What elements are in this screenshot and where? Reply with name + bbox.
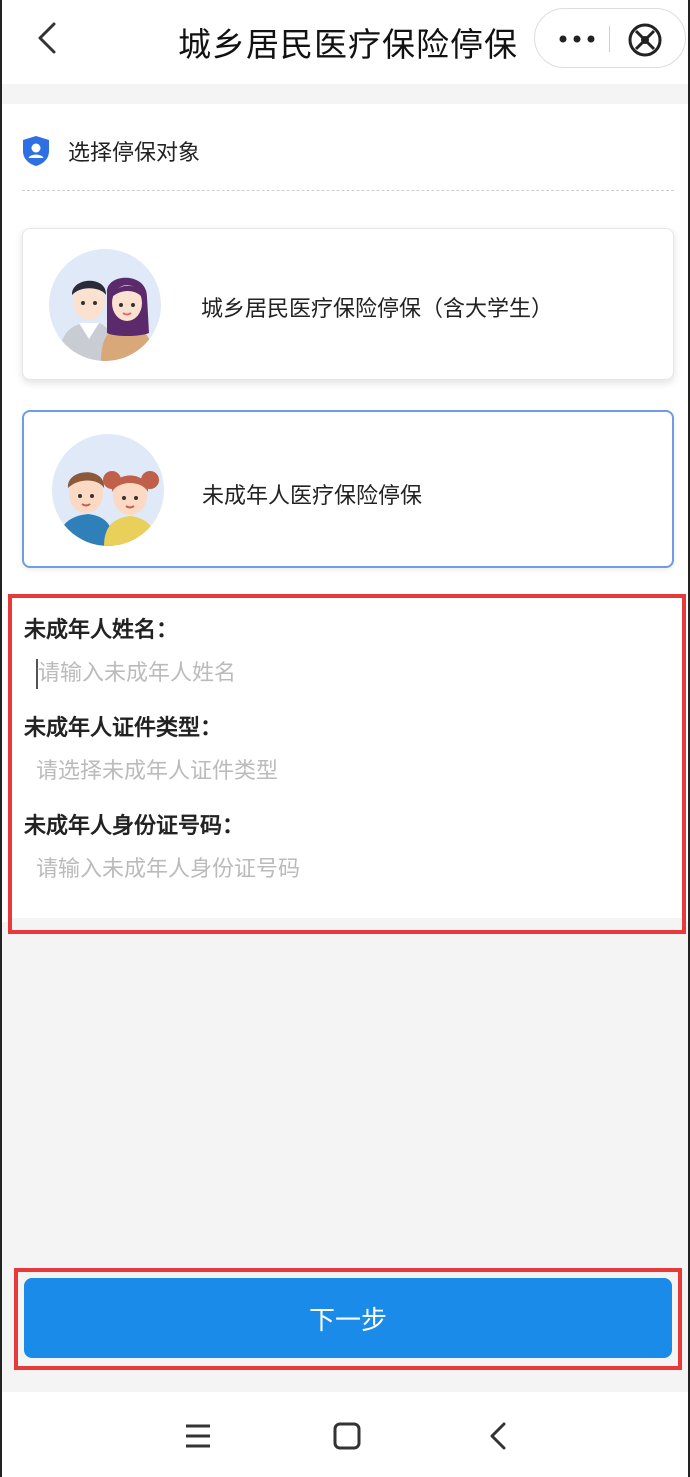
option-label: 城乡居民医疗保险停保（含大学生） <box>201 297 554 322</box>
minor-idtype-label: 未成年人证件类型： <box>24 716 223 741</box>
next-button-highlight: 下一步 <box>14 1268 682 1370</box>
more-dots-icon[interactable] <box>549 19 605 59</box>
mini-program-capsule <box>534 8 686 68</box>
option-adult-insurance[interactable]: 城乡居民医疗保险停保（含大学生） <box>22 228 674 380</box>
close-circle-icon[interactable] <box>625 20 665 60</box>
section-title: 选择停保对象 <box>68 141 201 166</box>
form-bottom-strip <box>12 918 682 930</box>
minor-idnum-input[interactable]: 请输入未成年人身份证号码 <box>36 852 636 888</box>
option-minor-insurance[interactable]: 未成年人医疗保险停保 <box>22 410 674 568</box>
top-header: 城乡居民医疗保险停保 <box>2 0 688 84</box>
page-title: 城乡居民医疗保险停保 <box>178 25 518 64</box>
minor-idnum-placeholder: 请输入未成年人身份证号码 <box>36 857 301 882</box>
minor-idtype-placeholder: 请选择未成年人证件类型 <box>36 759 279 784</box>
children-avatar <box>52 434 164 546</box>
minor-idnum-label: 未成年人身份证号码： <box>24 814 245 839</box>
option-label: 未成年人医疗保险停保 <box>202 484 423 509</box>
capsule-divider <box>609 26 610 52</box>
next-step-button[interactable]: 下一步 <box>24 1278 672 1358</box>
text-caret <box>36 659 38 689</box>
system-nav-bar <box>2 1392 688 1477</box>
back-arrow-icon[interactable] <box>478 1416 518 1456</box>
adult-couple-avatar <box>49 249 161 361</box>
minor-name-placeholder: 请输入未成年人姓名 <box>38 661 237 686</box>
shield-user-icon <box>23 136 49 166</box>
minor-name-input[interactable]: 请输入未成年人姓名 <box>36 656 636 692</box>
minor-info-form: 未成年人姓名： 请输入未成年人姓名 未成年人证件类型： 请选择未成年人证件类型 … <box>8 594 686 934</box>
minor-idtype-select[interactable]: 请选择未成年人证件类型 <box>36 754 636 790</box>
home-square-icon[interactable] <box>327 1416 367 1456</box>
minor-name-label: 未成年人姓名： <box>24 618 179 643</box>
section-header: 选择停保对象 <box>22 134 200 168</box>
menu-icon[interactable] <box>178 1416 218 1456</box>
dashed-divider <box>22 190 674 191</box>
chevron-left-icon[interactable] <box>30 18 70 58</box>
